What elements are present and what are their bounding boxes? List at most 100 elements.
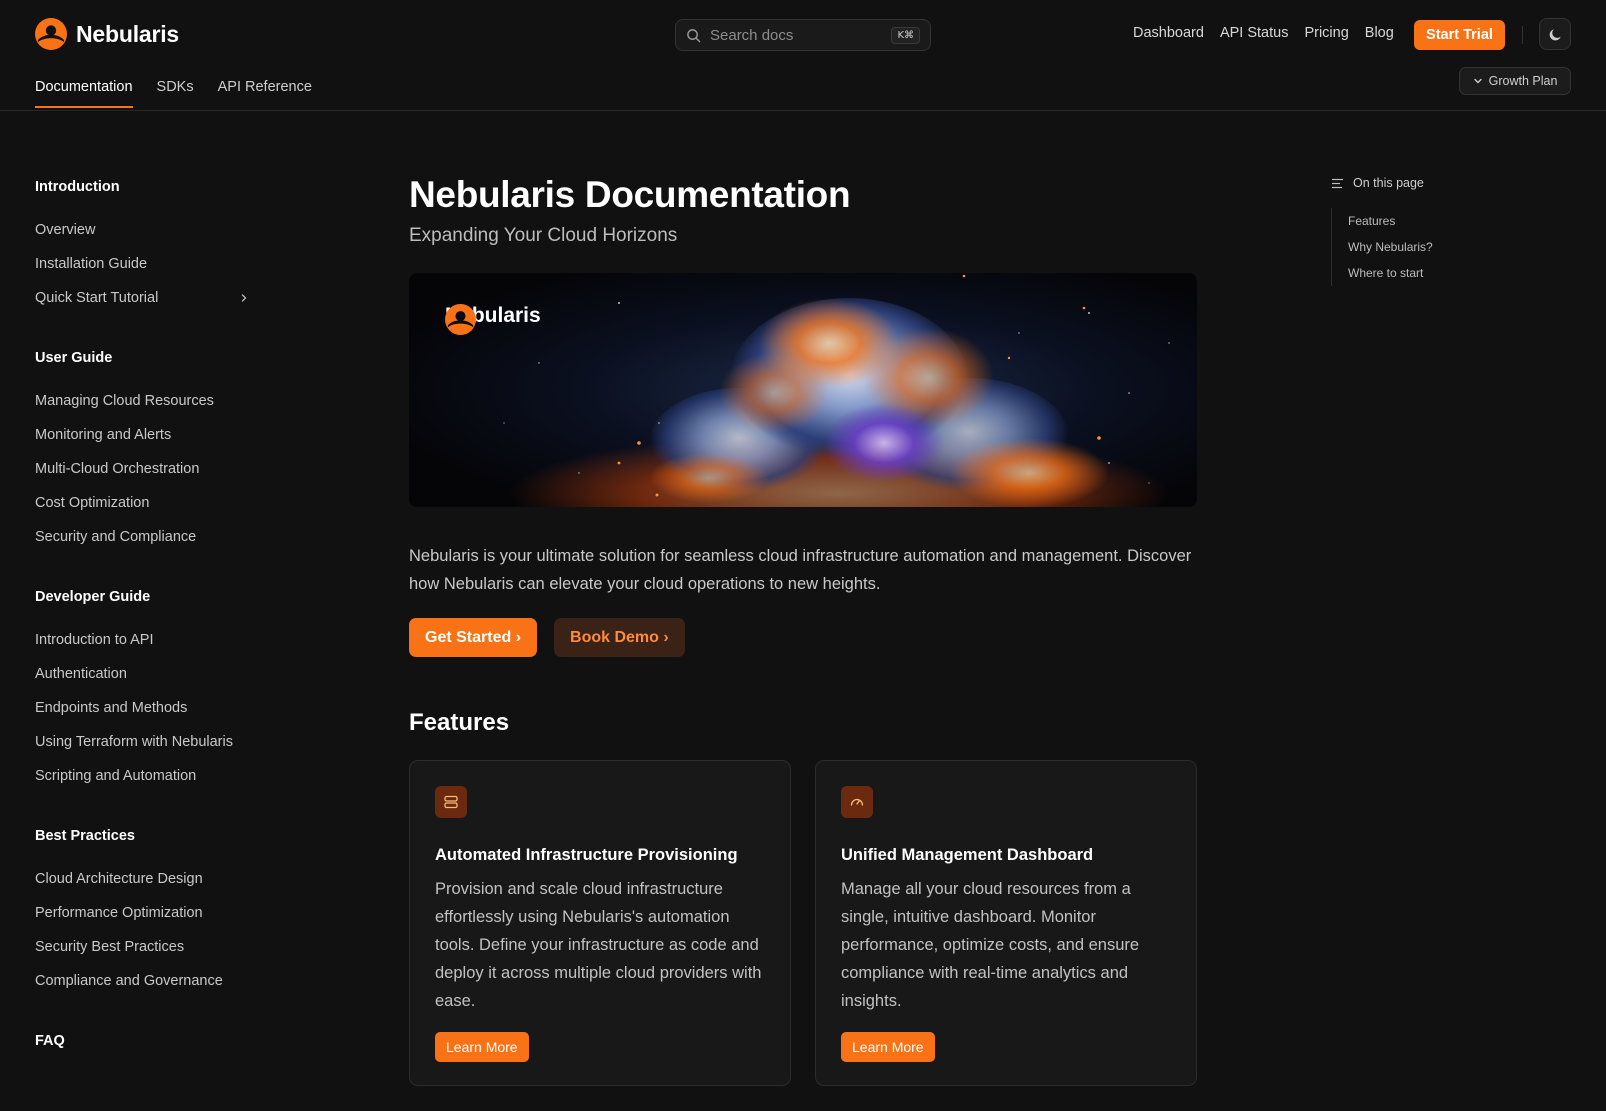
sidebar-item-cost-optimization[interactable]: Cost Optimization (35, 486, 265, 520)
sidebar-item-installation-guide[interactable]: Installation Guide (35, 247, 265, 281)
sidebar-section-faq: FAQ (35, 1024, 265, 1058)
get-started-button[interactable]: Get Started › (409, 618, 538, 657)
sidebar-item-overview[interactable]: Overview (35, 213, 265, 247)
sidebar-item-label: Using Terraform with Nebularis (35, 734, 233, 750)
sidebar-item-label: Endpoints and Methods (35, 700, 188, 716)
toc-item-where-to-start[interactable]: Where to start (1348, 260, 1531, 286)
book-demo-button[interactable]: Book Demo › (554, 618, 685, 657)
sidebar-section-developer-guide: Developer Guide Introduction to API Auth… (35, 580, 265, 793)
tab-api-reference[interactable]: API Reference (218, 79, 312, 107)
sidebar-item-performance-optimization[interactable]: Performance Optimization (35, 896, 265, 930)
logo-icon (35, 18, 67, 50)
tab-sdks[interactable]: SDKs (157, 79, 194, 107)
sidebar-item-managing-cloud-resources[interactable]: Managing Cloud Resources (35, 384, 265, 418)
sidebar-item-label: Installation Guide (35, 256, 148, 272)
card-icon-wrap (841, 786, 873, 818)
sidebar-item-quick-start-tutorial[interactable]: Quick Start Tutorial (35, 281, 265, 315)
sidebar-item-label: Quick Start Tutorial (35, 290, 159, 306)
hero-banner: Nebularis (409, 273, 1197, 507)
page-subtitle: Expanding Your Cloud Horizons (409, 225, 678, 246)
sidebar-item-multi-cloud-orchestration[interactable]: Multi-Cloud Orchestration (35, 452, 265, 486)
sidebar-item-endpoints-and-methods[interactable]: Endpoints and Methods (35, 691, 265, 725)
sidebar-item-label: Scripting and Automation (35, 768, 197, 784)
toc-heading-label: On this page (1353, 176, 1424, 190)
nav-blog[interactable]: Blog (1365, 25, 1394, 41)
top-nav: Dashboard API Status Pricing Blog (1133, 25, 1394, 41)
main-content: Nebularis Documentation Expanding Your C… (409, 172, 1197, 1086)
sidebar-item-monitoring-and-alerts[interactable]: Monitoring and Alerts (35, 418, 265, 452)
sidebar-section-title: Introduction (35, 179, 120, 195)
theme-toggle-button[interactable] (1539, 18, 1571, 50)
feature-card: Automated Infrastructure Provisioning Pr… (409, 760, 791, 1086)
list-icon (1332, 178, 1343, 188)
moon-icon (1549, 28, 1561, 40)
sidebar-item-label: Security and Compliance (35, 529, 197, 545)
sidebar-item-label: Introduction to API (35, 632, 154, 648)
page-title: Nebularis Documentation (409, 174, 851, 215)
toc-item-features[interactable]: Features (1348, 208, 1531, 234)
sidebar-item-security-and-compliance[interactable]: Security and Compliance (35, 520, 265, 554)
hero-brand: Nebularis (445, 304, 541, 335)
chevron-down-icon (1473, 78, 1482, 84)
search-icon (687, 28, 701, 42)
toc-list: Features Why Nebularis? Where to start (1331, 208, 1531, 286)
brand-name: Nebularis (76, 20, 180, 47)
sidebar-item-label: Managing Cloud Resources (35, 393, 214, 409)
sidebar-item-label: Compliance and Governance (35, 973, 223, 989)
sidebar-item-compliance-and-governance[interactable]: Compliance and Governance (35, 964, 265, 998)
brand[interactable]: Nebularis (35, 18, 179, 50)
nav-api-status[interactable]: API Status (1220, 25, 1289, 41)
sidebar-section-title[interactable]: FAQ (35, 1024, 265, 1058)
sidebar-item-label: Performance Optimization (35, 905, 203, 921)
features-heading: Features (409, 709, 510, 736)
sidebar-section-title: Best Practices (35, 828, 135, 844)
search-input[interactable]: Search docs K⌘ (675, 19, 931, 51)
feature-card: Unified Management Dashboard Manage all … (815, 760, 1197, 1086)
toc-heading: On this page (1331, 176, 1531, 190)
feature-cards: Automated Infrastructure Provisioning Pr… (409, 760, 1197, 1086)
sidebar-item-label: Cost Optimization (35, 495, 150, 511)
search-shortcut: K⌘ (891, 26, 920, 44)
sidebar-item-scripting-and-automation[interactable]: Scripting and Automation (35, 759, 265, 793)
card-text: Manage all your cloud resources from a s… (841, 880, 1140, 1010)
sidebar-item-label: Monitoring and Alerts (35, 427, 172, 443)
server-stack-icon (444, 795, 458, 809)
gauge-icon (850, 798, 864, 806)
sidebar-item-authentication[interactable]: Authentication (35, 657, 265, 691)
card-icon-wrap (435, 786, 467, 818)
sidebar-section-title: Developer Guide (35, 589, 151, 605)
nav-pricing[interactable]: Pricing (1304, 25, 1348, 41)
sidebar-item-cloud-architecture-design[interactable]: Cloud Architecture Design (35, 862, 265, 896)
divider (1522, 26, 1523, 44)
tab-documentation[interactable]: Documentation (35, 79, 133, 108)
sidebar: Introduction Overview Installation Guide… (35, 170, 265, 1058)
doc-tabs: Documentation SDKs API Reference (35, 79, 312, 108)
sidebar-item-using-terraform[interactable]: Using Terraform with Nebularis (35, 725, 265, 759)
learn-more-button[interactable]: Learn More (841, 1032, 935, 1062)
chevron-right-icon (241, 294, 247, 302)
sidebar-section-introduction: Introduction Overview Installation Guide… (35, 170, 265, 315)
sidebar-section-user-guide: User Guide Managing Cloud Resources Moni… (35, 341, 265, 554)
table-of-contents: On this page Features Why Nebularis? Whe… (1331, 176, 1531, 286)
sidebar-item-label: Cloud Architecture Design (35, 871, 203, 887)
sidebar-section-best-practices: Best Practices Cloud Architecture Design… (35, 819, 265, 998)
intro-paragraph: Nebularis is your ultimate solution for … (409, 547, 1192, 593)
cta-row: Get Started › Book Demo › (409, 618, 1197, 657)
start-trial-button[interactable]: Start Trial (1414, 20, 1505, 50)
plan-label: Growth Plan (1488, 74, 1558, 88)
sidebar-item-label: Overview (35, 222, 96, 238)
sidebar-item-label: Authentication (35, 666, 127, 682)
search-placeholder: Search docs (710, 26, 794, 44)
sidebar-item-security-best-practices[interactable]: Security Best Practices (35, 930, 265, 964)
sidebar-item-label: Security Best Practices (35, 939, 185, 955)
plan-selector[interactable]: Growth Plan (1459, 67, 1571, 95)
logo-icon (445, 304, 476, 335)
sidebar-item-label: Multi-Cloud Orchestration (35, 461, 200, 477)
nav-dashboard[interactable]: Dashboard (1133, 25, 1204, 41)
toc-item-why-nebularis[interactable]: Why Nebularis? (1348, 234, 1531, 260)
learn-more-button[interactable]: Learn More (435, 1032, 529, 1062)
card-text: Provision and scale cloud infrastructure… (435, 880, 762, 1010)
top-header: Nebularis Search docs K⌘ Dashboard API S… (0, 0, 1606, 111)
card-title: Automated Infrastructure Provisioning (435, 846, 738, 864)
sidebar-item-introduction-to-api[interactable]: Introduction to API (35, 623, 265, 657)
